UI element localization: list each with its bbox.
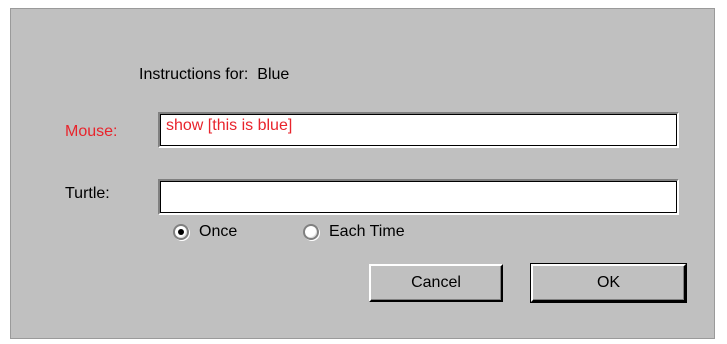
instructions-dialog: Instructions for: Blue Mouse: show [this… xyxy=(10,8,715,339)
radio-each-time[interactable]: Each Time xyxy=(303,223,405,241)
dialog-title: Instructions for: Blue xyxy=(139,66,289,84)
mouse-instruction-field[interactable]: show [this is blue] xyxy=(158,112,679,148)
turtle-label: Turtle: xyxy=(65,185,110,202)
radio-selected-dot-icon xyxy=(178,229,184,235)
mouse-label: Mouse: xyxy=(65,123,118,140)
radio-button-once[interactable] xyxy=(173,224,189,240)
radio-button-each-time[interactable] xyxy=(303,224,319,240)
radio-once[interactable]: Once xyxy=(173,223,237,241)
radio-once-label: Once xyxy=(199,223,238,240)
target-name: Blue xyxy=(257,66,290,83)
turtle-instruction-field[interactable] xyxy=(158,179,679,215)
cancel-button[interactable]: Cancel xyxy=(369,264,503,302)
ok-button[interactable]: OK xyxy=(530,263,687,303)
instructions-label: Instructions for: xyxy=(139,66,249,83)
radio-each-time-label: Each Time xyxy=(329,223,405,240)
